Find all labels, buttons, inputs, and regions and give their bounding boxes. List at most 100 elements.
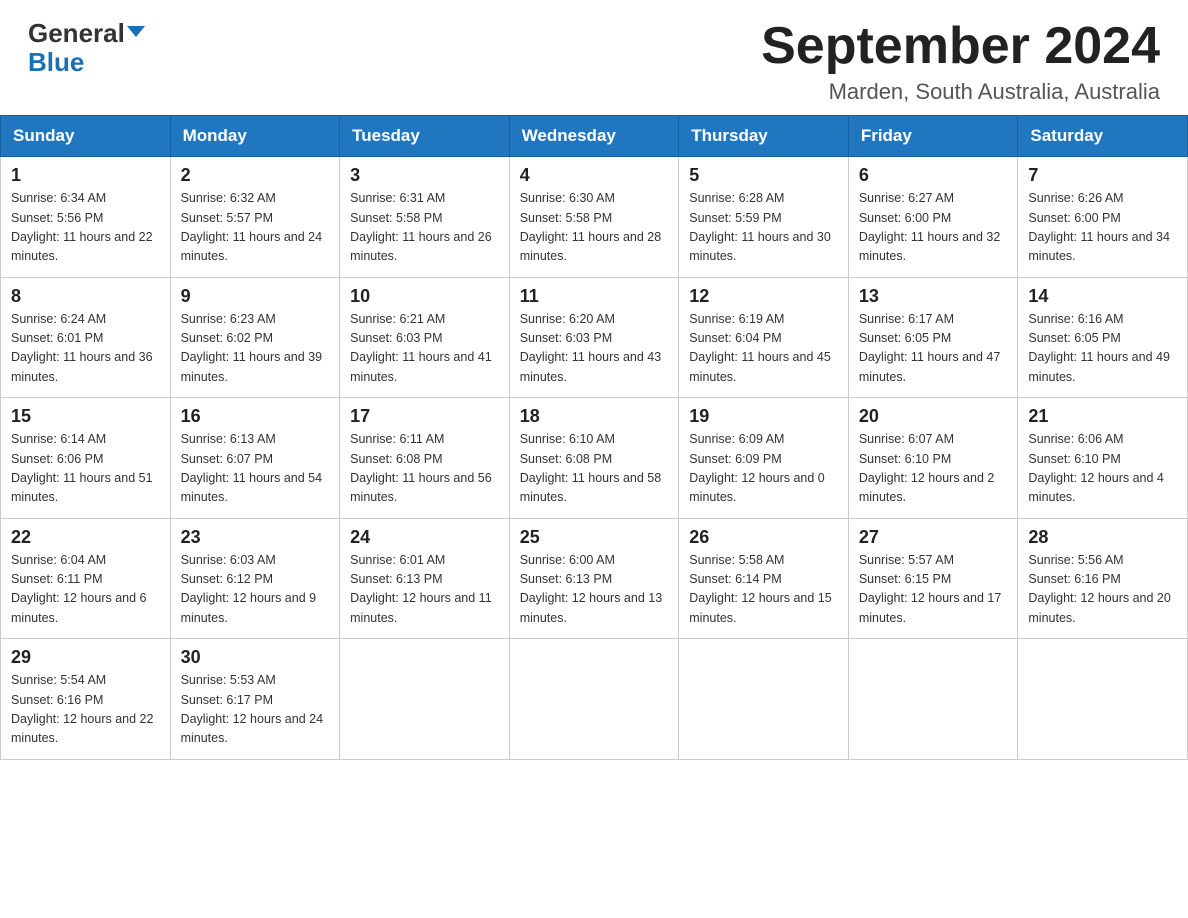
day-number: 22 [11, 527, 160, 548]
day-info: Sunrise: 6:03 AMSunset: 6:12 PMDaylight:… [181, 551, 330, 629]
calendar-cell: 25Sunrise: 6:00 AMSunset: 6:13 PMDayligh… [509, 518, 679, 639]
calendar-cell: 21 Sunrise: 6:06 AMSunset: 6:10 PMDayligh… [1018, 398, 1188, 519]
calendar-cell: 17Sunrise: 6:11 AMSunset: 6:08 PMDayligh… [340, 398, 510, 519]
day-info: Sunrise: 6:09 AMSunset: 6:09 PMDaylight:… [689, 430, 838, 508]
logo-arrow-icon [127, 26, 145, 37]
calendar-header: SundayMondayTuesdayWednesdayThursdayFrid… [1, 116, 1188, 157]
day-info: Sunrise: 6:30 AMSunset: 5:58 PMDaylight:… [520, 189, 669, 267]
calendar-cell: 29 Sunrise: 5:54 AMSunset: 6:16 PMDayligh… [1, 639, 171, 760]
calendar-cell: 5 Sunrise: 6:28 AMSunset: 5:59 PMDaylight… [679, 157, 849, 278]
calendar-cell: 3 Sunrise: 6:31 AMSunset: 5:58 PMDaylight… [340, 157, 510, 278]
calendar-cell: 10 Sunrise: 6:21 AMSunset: 6:03 PMDayligh… [340, 277, 510, 398]
main-title: September 2024 [761, 18, 1160, 75]
calendar-cell: 13 Sunrise: 6:17 AMSunset: 6:05 PMDayligh… [848, 277, 1018, 398]
day-number: 20 [859, 406, 1008, 427]
day-number: 28 [1028, 527, 1177, 548]
logo-blue-text: Blue [28, 49, 84, 75]
day-info: Sunrise: 6:21 AMSunset: 6:03 PMDaylight:… [350, 310, 499, 388]
day-number: 29 [11, 647, 160, 668]
calendar-cell: 14Sunrise: 6:16 AMSunset: 6:05 PMDayligh… [1018, 277, 1188, 398]
day-info: Sunrise: 6:01 AMSunset: 6:13 PMDaylight:… [350, 551, 499, 629]
day-info: Sunrise: 6:28 AMSunset: 5:59 PMDaylight:… [689, 189, 838, 267]
calendar-cell: 20Sunrise: 6:07 AMSunset: 6:10 PMDayligh… [848, 398, 1018, 519]
day-number: 25 [520, 527, 669, 548]
day-number: 10 [350, 286, 499, 307]
calendar-cell: 30 Sunrise: 5:53 AMSunset: 6:17 PMDayligh… [170, 639, 340, 760]
day-number: 13 [859, 286, 1008, 307]
calendar-cell: 7 Sunrise: 6:26 AMSunset: 6:00 PMDaylight… [1018, 157, 1188, 278]
day-info: Sunrise: 6:24 AMSunset: 6:01 PMDaylight:… [11, 310, 160, 388]
calendar-cell [1018, 639, 1188, 760]
calendar-cell: 19 Sunrise: 6:09 AMSunset: 6:09 PMDayligh… [679, 398, 849, 519]
day-number: 18 [520, 406, 669, 427]
calendar-cell: 9Sunrise: 6:23 AMSunset: 6:02 PMDaylight… [170, 277, 340, 398]
day-number: 11 [520, 286, 669, 307]
calendar-cell: 1Sunrise: 6:34 AMSunset: 5:56 PMDaylight… [1, 157, 171, 278]
day-number: 17 [350, 406, 499, 427]
day-info: Sunrise: 6:26 AMSunset: 6:00 PMDaylight:… [1028, 189, 1177, 267]
day-info: Sunrise: 5:56 AMSunset: 6:16 PMDaylight:… [1028, 551, 1177, 629]
day-number: 19 [689, 406, 838, 427]
calendar-cell: 4 Sunrise: 6:30 AMSunset: 5:58 PMDaylight… [509, 157, 679, 278]
day-info: Sunrise: 6:19 AMSunset: 6:04 PMDaylight:… [689, 310, 838, 388]
day-number: 7 [1028, 165, 1177, 186]
calendar-cell: 27 Sunrise: 5:57 AMSunset: 6:15 PMDayligh… [848, 518, 1018, 639]
day-info: Sunrise: 6:06 AMSunset: 6:10 PMDaylight:… [1028, 430, 1177, 508]
day-number: 21 [1028, 406, 1177, 427]
calendar-cell: 11Sunrise: 6:20 AMSunset: 6:03 PMDayligh… [509, 277, 679, 398]
calendar-body: 1Sunrise: 6:34 AMSunset: 5:56 PMDaylight… [1, 157, 1188, 760]
calendar-cell: 18 Sunrise: 6:10 AMSunset: 6:08 PMDayligh… [509, 398, 679, 519]
calendar-cell: 6Sunrise: 6:27 AMSunset: 6:00 PMDaylight… [848, 157, 1018, 278]
day-info: Sunrise: 6:31 AMSunset: 5:58 PMDaylight:… [350, 189, 499, 267]
day-info: Sunrise: 6:10 AMSunset: 6:08 PMDaylight:… [520, 430, 669, 508]
calendar-cell [679, 639, 849, 760]
day-number: 8 [11, 286, 160, 307]
title-section: September 2024 Marden, South Australia, … [761, 18, 1160, 105]
calendar-table: SundayMondayTuesdayWednesdayThursdayFrid… [0, 115, 1188, 760]
day-number: 24 [350, 527, 499, 548]
day-info: Sunrise: 6:17 AMSunset: 6:05 PMDaylight:… [859, 310, 1008, 388]
day-header-sunday: Sunday [1, 116, 171, 157]
day-info: Sunrise: 5:54 AMSunset: 6:16 PMDaylight:… [11, 671, 160, 749]
day-number: 4 [520, 165, 669, 186]
week-row: 22 Sunrise: 6:04 AMSunset: 6:11 PMDayligh… [1, 518, 1188, 639]
page-header: General Blue September 2024 Marden, Sout… [0, 0, 1188, 115]
day-number: 27 [859, 527, 1008, 548]
day-info: Sunrise: 6:23 AMSunset: 6:02 PMDaylight:… [181, 310, 330, 388]
day-number: 23 [181, 527, 330, 548]
calendar-cell [848, 639, 1018, 760]
day-number: 12 [689, 286, 838, 307]
calendar-cell: 28 Sunrise: 5:56 AMSunset: 6:16 PMDayligh… [1018, 518, 1188, 639]
day-header-tuesday: Tuesday [340, 116, 510, 157]
calendar-cell: 15Sunrise: 6:14 AMSunset: 6:06 PMDayligh… [1, 398, 171, 519]
day-number: 16 [181, 406, 330, 427]
week-row: 1Sunrise: 6:34 AMSunset: 5:56 PMDaylight… [1, 157, 1188, 278]
day-header-wednesday: Wednesday [509, 116, 679, 157]
day-header-friday: Friday [848, 116, 1018, 157]
calendar-cell: 22 Sunrise: 6:04 AMSunset: 6:11 PMDayligh… [1, 518, 171, 639]
week-row: 8 Sunrise: 6:24 AMSunset: 6:01 PMDaylight… [1, 277, 1188, 398]
day-info: Sunrise: 5:58 AMSunset: 6:14 PMDaylight:… [689, 551, 838, 629]
calendar-cell: 12 Sunrise: 6:19 AMSunset: 6:04 PMDayligh… [679, 277, 849, 398]
day-info: Sunrise: 6:04 AMSunset: 6:11 PMDaylight:… [11, 551, 160, 629]
day-info: Sunrise: 5:57 AMSunset: 6:15 PMDaylight:… [859, 551, 1008, 629]
day-number: 1 [11, 165, 160, 186]
calendar-cell: 23 Sunrise: 6:03 AMSunset: 6:12 PMDayligh… [170, 518, 340, 639]
arrow-triangle-icon [127, 26, 145, 37]
logo-row1: General [28, 18, 145, 49]
week-row: 15Sunrise: 6:14 AMSunset: 6:06 PMDayligh… [1, 398, 1188, 519]
day-number: 5 [689, 165, 838, 186]
logo-general-text: General [28, 18, 125, 49]
day-header-thursday: Thursday [679, 116, 849, 157]
day-number: 15 [11, 406, 160, 427]
calendar-cell [509, 639, 679, 760]
subtitle: Marden, South Australia, Australia [761, 79, 1160, 105]
day-info: Sunrise: 6:13 AMSunset: 6:07 PMDaylight:… [181, 430, 330, 508]
day-number: 6 [859, 165, 1008, 186]
calendar-cell [340, 639, 510, 760]
day-info: Sunrise: 5:53 AMSunset: 6:17 PMDaylight:… [181, 671, 330, 749]
day-header-row: SundayMondayTuesdayWednesdayThursdayFrid… [1, 116, 1188, 157]
day-number: 30 [181, 647, 330, 668]
day-number: 3 [350, 165, 499, 186]
calendar-cell: 24 Sunrise: 6:01 AMSunset: 6:13 PMDayligh… [340, 518, 510, 639]
